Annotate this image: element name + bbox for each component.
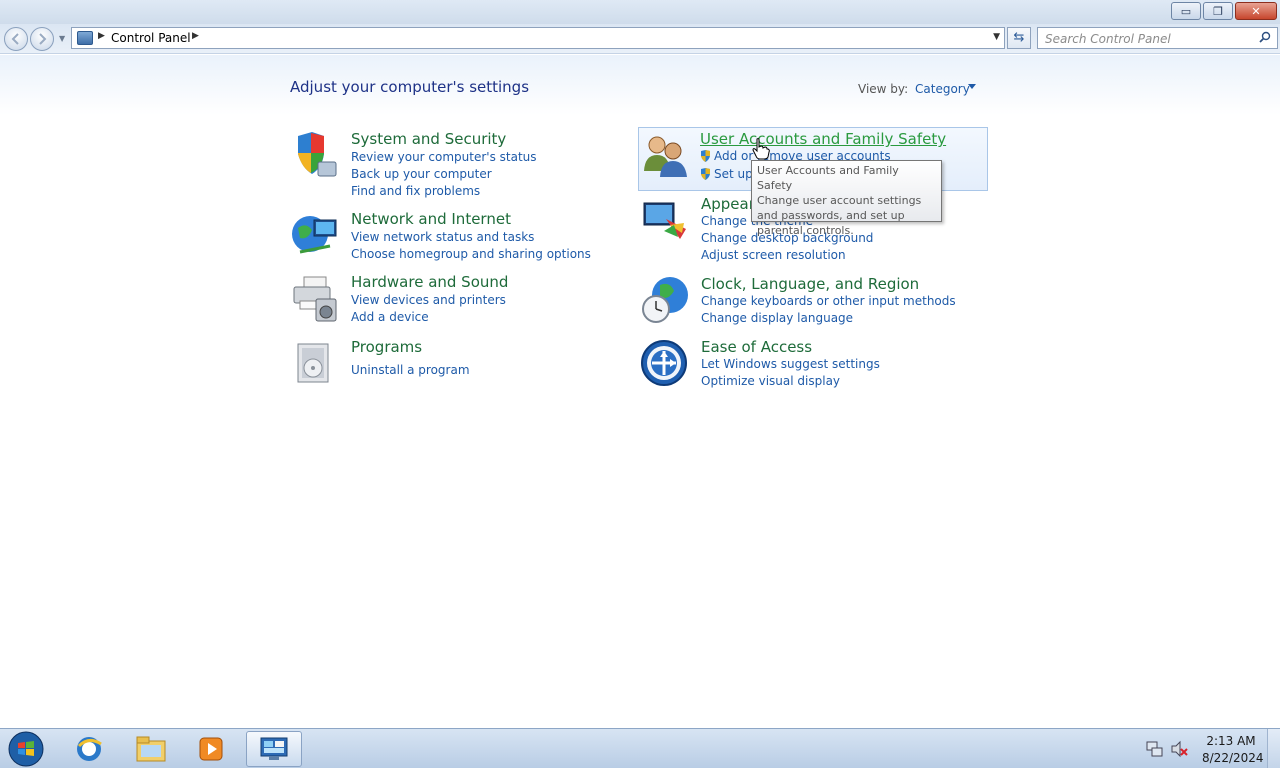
system-tray [1146,740,1188,758]
clock-date[interactable]: 8/22/2024 [1202,751,1264,765]
folder-icon [136,736,166,762]
search-icon[interactable] [1259,31,1271,43]
show-desktop-button[interactable] [1267,729,1280,768]
category-ease-access: Ease of Access Let Windows suggest setti… [640,338,970,393]
printer-icon[interactable] [290,273,340,323]
address-bar[interactable]: ▶ Control Panel ▶ ▼ [71,27,1005,49]
page-title: Adjust your computer's settings [290,78,530,96]
programs-box-icon[interactable] [290,338,340,388]
clock-time[interactable]: 2:13 AM [1202,734,1260,748]
close-button[interactable]: ✕ [1235,2,1277,20]
minimize-icon: ▭ [1180,4,1192,18]
close-icon: ✕ [1251,4,1261,18]
breadcrumb-expand-icon[interactable]: ▶ [192,31,199,41]
category-title-network-internet[interactable]: Network and Internet [351,210,511,228]
category-network-internet: Network and Internet View network status… [290,210,591,265]
link-screen-resolution[interactable]: Adjust screen resolution [701,248,846,262]
category-hardware-sound: Hardware and Sound View devices and prin… [290,273,590,328]
category-title-programs[interactable]: Programs [351,338,422,356]
title-bar: ▭ ❐ ✕ [0,0,1280,24]
category-title-hardware-sound[interactable]: Hardware and Sound [351,273,508,291]
breadcrumb-control-panel[interactable]: Control Panel [111,31,191,45]
ease-of-access-icon[interactable] [640,338,690,388]
back-button[interactable] [4,27,28,51]
back-arrow-icon [11,33,19,45]
forward-arrow-icon [39,33,47,45]
control-panel-content: Adjust your computer's settings View by:… [0,55,1280,727]
media-player-icon [199,737,223,761]
search-box[interactable] [1037,27,1278,49]
volume-muted-icon[interactable] [1170,740,1188,758]
uac-shield-icon [701,150,710,162]
link-uninstall[interactable]: Uninstall a program [351,363,470,377]
category-system-security: System and Security Review your computer… [290,130,590,200]
link-back-up[interactable]: Back up your computer [351,167,492,181]
link-display-language[interactable]: Change display language [701,311,853,325]
clock-globe-icon[interactable] [640,275,690,325]
refresh-icon: ⇆ [1013,30,1025,45]
view-by-dropdown[interactable]: Category [915,82,970,96]
taskbar-media-player[interactable] [183,731,239,767]
link-change-keyboards[interactable]: Change keyboards or other input methods [701,294,956,308]
category-clock-region: Clock, Language, and Region Change keybo… [640,275,970,330]
window-controls: ▭ ❐ ✕ [1171,2,1277,20]
hand-cursor-icon [752,138,770,160]
restore-icon: ❐ [1213,4,1223,18]
view-by-label: View by: [858,82,909,96]
taskbar: 2:13 AM 8/22/2024 [0,728,1280,768]
uac-shield-icon [701,168,710,180]
search-input[interactable] [1038,29,1248,49]
start-button-icon[interactable] [6,731,46,767]
taskbar-control-panel[interactable] [246,731,302,767]
link-view-devices[interactable]: View devices and printers [351,293,506,307]
link-find-fix[interactable]: Find and fix problems [351,184,480,198]
users-icon[interactable] [641,131,691,181]
category-title-ease-access[interactable]: Ease of Access [701,338,812,356]
category-title-user-accounts[interactable]: User Accounts and Family Safety [700,130,946,148]
link-windows-suggest[interactable]: Let Windows suggest settings [701,357,880,371]
maximize-button[interactable]: ❐ [1203,2,1233,20]
internet-explorer-icon [77,737,102,761]
network-globe-icon[interactable] [290,210,340,260]
link-homegroup[interactable]: Choose homegroup and sharing options [351,247,591,261]
security-shield-icon[interactable] [290,130,340,180]
network-tray-icon[interactable] [1146,740,1164,758]
refresh-button[interactable]: ⇆ [1007,27,1031,49]
tooltip-title: User Accounts and Family Safety [757,164,899,192]
address-dropdown-icon[interactable]: ▼ [993,32,1000,42]
link-add-device[interactable]: Add a device [351,310,429,324]
control-panel-taskbar-icon [260,737,288,760]
link-network-status[interactable]: View network status and tasks [351,230,534,244]
taskbar-file-explorer[interactable] [123,731,179,767]
link-optimize-display[interactable]: Optimize visual display [701,374,840,388]
appearance-monitor-icon[interactable] [640,195,690,245]
category-programs: Programs Uninstall a program [290,338,590,388]
taskbar-internet-explorer[interactable] [61,731,117,767]
view-by-caret-icon[interactable] [968,84,976,89]
breadcrumb-separator-icon[interactable]: ▶ [98,31,105,41]
minimize-button[interactable]: ▭ [1171,2,1201,20]
tooltip-body: Change user account settings and passwor… [757,194,922,237]
category-title-system-security[interactable]: System and Security [351,130,506,148]
recent-pages-dropdown-icon[interactable]: ▼ [59,34,65,43]
control-panel-icon [77,31,93,45]
navigation-bar: ▼ ▶ Control Panel ▶ ▼ ⇆ [0,24,1280,54]
tooltip: User Accounts and Family Safety Change u… [751,160,942,237]
link-review-status[interactable]: Review your computer's status [351,150,537,164]
category-title-clock-region[interactable]: Clock, Language, and Region [701,275,919,293]
forward-button[interactable] [30,27,54,51]
